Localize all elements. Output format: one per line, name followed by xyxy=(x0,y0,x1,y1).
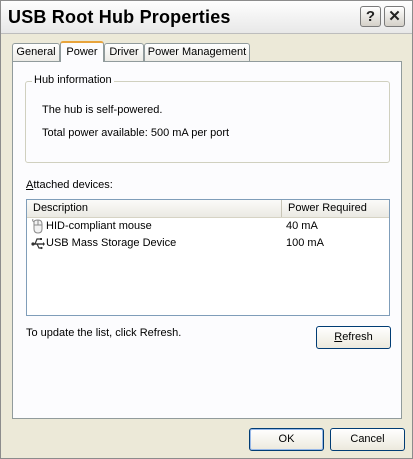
device-description: HID-compliant mouse xyxy=(46,220,152,232)
power-tab-panel: Hub information The hub is self-powered.… xyxy=(12,61,402,419)
hub-information-group: Hub information The hub is self-powered.… xyxy=(25,74,390,163)
hub-information-legend: Hub information xyxy=(32,74,114,86)
tab-power-management[interactable]: Power Management xyxy=(144,43,250,61)
properties-window: USB Root Hub Properties ? ✕ General Powe… xyxy=(0,0,413,459)
help-icon: ? xyxy=(365,8,376,25)
usb-icon xyxy=(31,238,45,250)
close-icon: ✕ xyxy=(388,8,401,25)
tab-power[interactable]: Power xyxy=(60,41,104,62)
list-item[interactable]: HID-compliant mouse 40 mA xyxy=(27,218,389,235)
list-item[interactable]: USB Mass Storage Device 100 mA xyxy=(27,235,389,252)
mouse-icon xyxy=(32,219,43,234)
tab-general[interactable]: General xyxy=(12,43,60,61)
list-header: Description Power Required xyxy=(27,200,389,218)
device-power: 100 mA xyxy=(286,237,324,249)
window-title: USB Root Hub Properties xyxy=(8,7,231,27)
refresh-hint-text: To update the list, click Refresh. xyxy=(26,327,182,339)
self-powered-text: The hub is self-powered. xyxy=(42,104,163,116)
column-description[interactable]: Description xyxy=(27,200,282,217)
ok-button[interactable]: OK xyxy=(249,428,324,451)
attached-devices-list[interactable]: Description Power Required HID-compliant… xyxy=(26,199,390,316)
attached-devices-label: Attached devices: xyxy=(26,179,113,191)
title-bar[interactable]: USB Root Hub Properties ? ✕ xyxy=(1,1,412,34)
cancel-button[interactable]: Cancel xyxy=(330,428,405,451)
total-power-text: Total power available: 500 mA per port xyxy=(42,127,230,139)
column-power-required[interactable]: Power Required xyxy=(282,200,389,217)
help-button[interactable]: ? xyxy=(360,6,381,27)
refresh-button[interactable]: Refresh xyxy=(316,326,391,349)
close-button[interactable]: ✕ xyxy=(384,6,405,27)
tab-driver[interactable]: Driver xyxy=(104,43,144,61)
device-description: USB Mass Storage Device xyxy=(46,237,177,249)
device-power: 40 mA xyxy=(286,220,318,232)
